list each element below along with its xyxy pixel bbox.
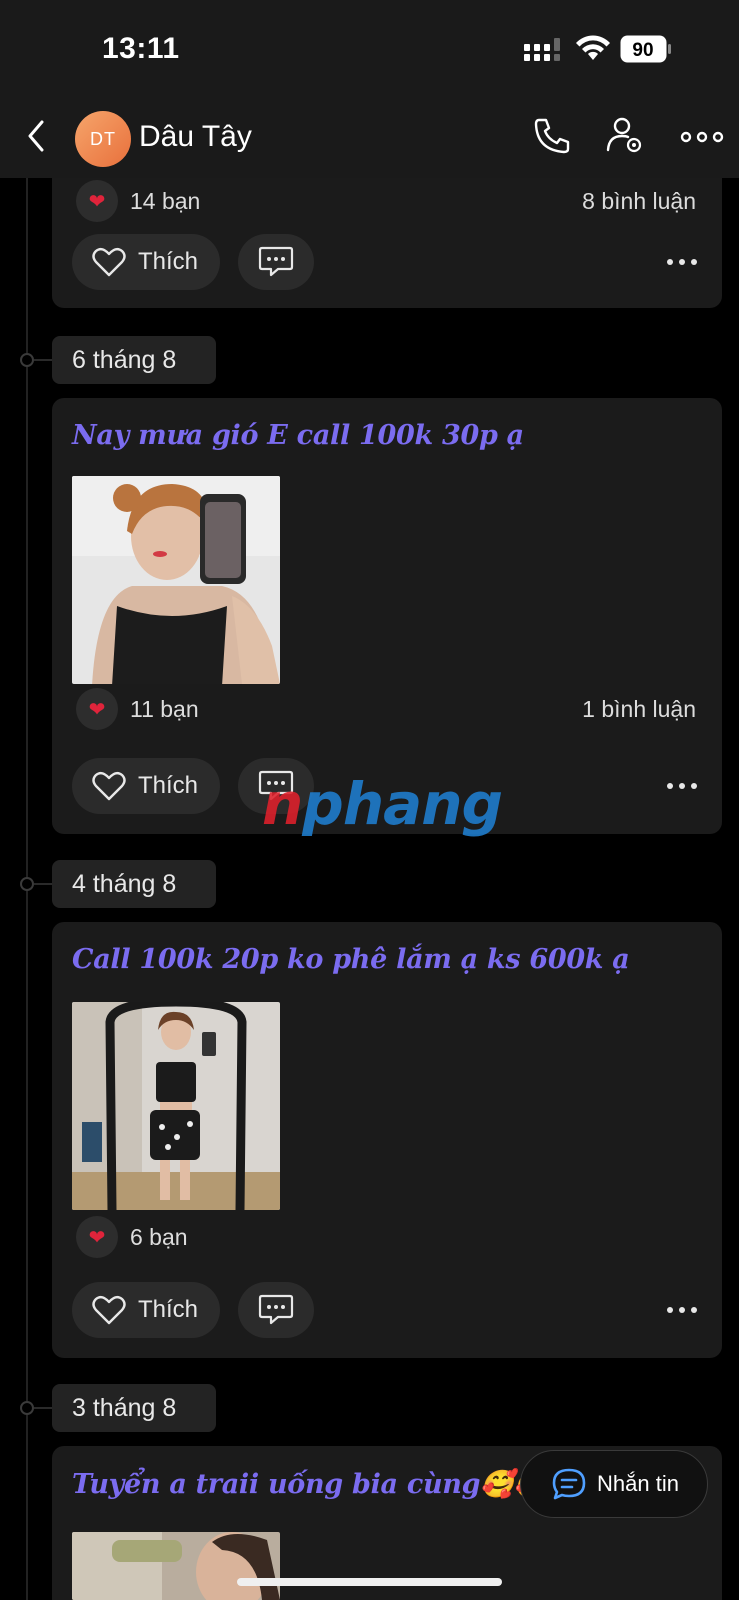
comment-count[interactable]: 1 bình luận: [582, 696, 696, 723]
back-arrow-icon[interactable]: [20, 114, 52, 158]
like-button[interactable]: Thích: [72, 234, 220, 290]
post-more-icon[interactable]: [662, 772, 702, 800]
home-indicator[interactable]: [237, 1578, 502, 1586]
post-photo[interactable]: [72, 476, 280, 684]
photo-image: [72, 1532, 280, 1600]
date-chip: 6 tháng 8: [52, 336, 216, 384]
reaction-count[interactable]: 11 bạn: [130, 696, 199, 723]
avatar[interactable]: DT: [75, 111, 131, 167]
post-actions: Thích: [72, 1282, 702, 1338]
post-card: Call 100k 20p ko phê lắm ạ ks 600k ạ ❤ 6…: [52, 922, 722, 1358]
comment-button[interactable]: [238, 1282, 314, 1338]
heart-outline-icon: [92, 247, 126, 277]
chat-bubble-icon: [552, 1468, 586, 1500]
comment-bubble-icon: [258, 1294, 294, 1325]
wifi-icon: [576, 35, 610, 60]
heart-reaction-icon[interactable]: ❤: [76, 180, 118, 222]
like-button[interactable]: Thích: [72, 1282, 220, 1338]
date-chip: 3 tháng 8: [52, 1384, 216, 1432]
watermark-text-blue: phang: [302, 770, 503, 838]
post-more-icon[interactable]: [662, 1296, 702, 1324]
comment-bubble-icon: [258, 246, 294, 277]
post-card-previous: ❤ 14 bạn 8 bình luận Thích: [52, 178, 722, 308]
date-chip: 4 tháng 8: [52, 860, 216, 908]
photo-image: [72, 476, 280, 684]
chat-header: DT Dâu Tây: [0, 100, 739, 178]
status-time: 13:11: [102, 32, 180, 65]
like-label: Thích: [138, 1296, 199, 1323]
reactions-row: ❤ 14 bạn 8 bình luận: [76, 180, 696, 222]
battery-icon: 90: [620, 35, 671, 63]
post-actions: Thích: [72, 234, 702, 290]
post-photo[interactable]: [72, 1532, 280, 1600]
like-label: Thích: [138, 248, 199, 275]
timeline-dot: [20, 353, 34, 367]
heart-outline-icon: [92, 1295, 126, 1325]
heart-reaction-icon[interactable]: ❤: [76, 688, 118, 730]
like-label: Thích: [138, 772, 199, 799]
post-text: Call 100k 20p ko phê lắm ạ ks 600k ạ: [72, 944, 630, 975]
like-button[interactable]: Thích: [72, 758, 220, 814]
timeline-dot: [20, 877, 34, 891]
watermark-text-red: n: [262, 770, 303, 838]
heart-reaction-icon[interactable]: ❤: [76, 1216, 118, 1258]
photo-image: [72, 1002, 280, 1210]
reaction-count[interactable]: 14 bạn: [130, 188, 200, 215]
phone-icon[interactable]: [530, 114, 574, 158]
cellular-signal-icon: [524, 38, 560, 61]
post-text: Tuyển a traii uống bia cùng🥰🥰🥰: [72, 1469, 581, 1500]
reactions-row: ❤ 11 bạn 1 bình luận: [76, 688, 696, 730]
profile-settings-icon[interactable]: [604, 114, 648, 158]
message-button-label: Nhắn tin: [597, 1471, 679, 1496]
message-button[interactable]: Nhắn tin: [520, 1450, 708, 1518]
timeline-tick: [34, 359, 52, 361]
post-more-icon[interactable]: [662, 248, 702, 276]
timeline-dot: [20, 1401, 34, 1415]
heart-outline-icon: [92, 771, 126, 801]
more-options-icon[interactable]: [680, 120, 724, 154]
post-text: Nay mưa gió E call 100k 30p ạ: [72, 420, 524, 451]
post-photo[interactable]: [72, 1002, 280, 1210]
timeline-tick: [34, 883, 52, 885]
post-card: Nay mưa gió E call 100k 30p ạ ❤ 11 bạn 1…: [52, 398, 722, 834]
reaction-count[interactable]: 6 bạn: [130, 1224, 188, 1251]
timeline-tick: [34, 1407, 52, 1409]
contact-name[interactable]: Dâu Tây: [139, 120, 252, 154]
watermark-logo: nphang: [262, 770, 503, 838]
battery-level: 90: [632, 40, 653, 61]
reactions-row: ❤ 6 bạn: [76, 1216, 696, 1258]
comment-button[interactable]: [238, 234, 314, 290]
comment-count[interactable]: 8 bình luận: [582, 188, 696, 215]
status-bar: 13:11 90: [0, 0, 739, 100]
